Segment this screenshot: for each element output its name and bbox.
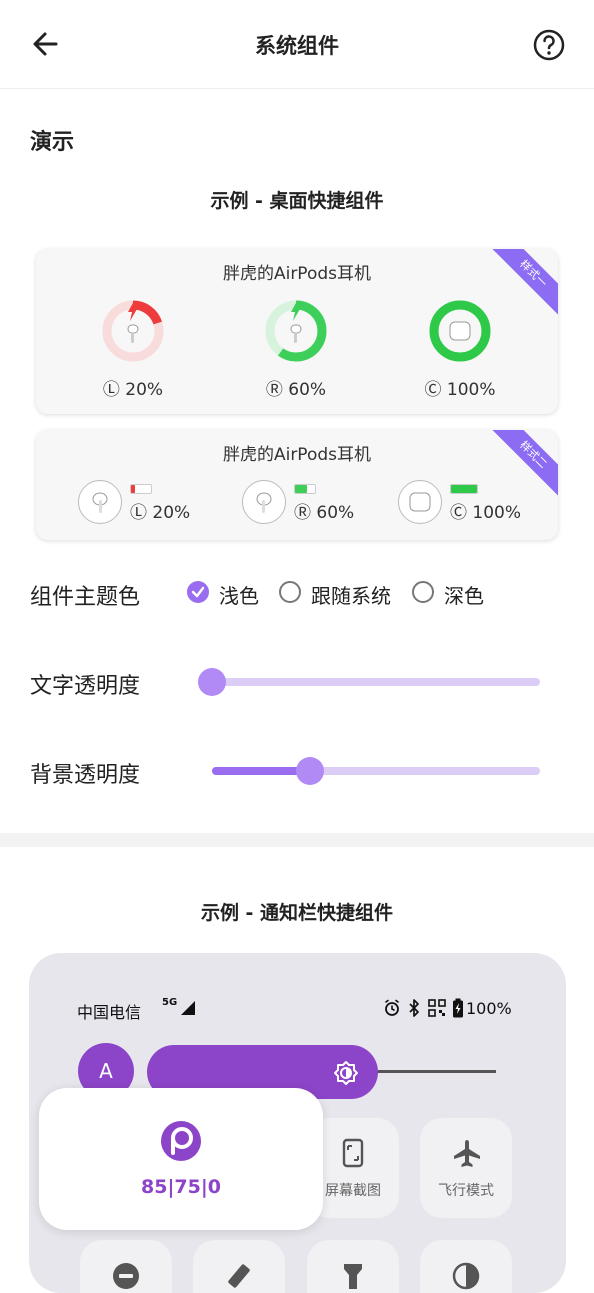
theme-system-label[interactable]: 跟随系统: [311, 580, 391, 609]
app-logo-icon: [160, 1120, 202, 1166]
text-opacity-track[interactable]: [212, 678, 540, 686]
network-label: 5G: [162, 997, 178, 1008]
flashlight-icon: [340, 1262, 366, 1293]
earbud-shape: [127, 324, 139, 334]
signal-icon: [179, 1000, 197, 1020]
theme-label: 组件主题色: [30, 585, 141, 610]
left-earbud-label: Ⓛ 20%: [102, 380, 164, 400]
dnd-icon: [112, 1262, 140, 1293]
left-battery-icon: [130, 484, 152, 494]
page-title: 系统组件: [255, 34, 339, 58]
airplane-icon: [453, 1138, 481, 1172]
right-earbud-ring: [264, 299, 328, 363]
rotate-tile[interactable]: [193, 1240, 285, 1293]
right-earbud-label: Ⓡ 60%: [294, 503, 355, 523]
brightness-icon: [333, 1060, 359, 1090]
left-earbud-ring: [101, 299, 165, 363]
earbud-shape: [290, 324, 302, 334]
theme-dark-radio[interactable]: [412, 581, 434, 603]
earbud-stem: [131, 332, 134, 343]
screenshot-icon: [342, 1138, 364, 1172]
dnd-tile[interactable]: [80, 1240, 172, 1293]
contrast-tile[interactable]: [420, 1240, 512, 1293]
notification-widget-subtitle: 示例 - 通知栏快捷组件: [200, 902, 394, 924]
text-opacity-label: 文字透明度: [30, 674, 141, 699]
brightness-track: [369, 1070, 496, 1073]
section-divider: [0, 833, 594, 847]
carrier-label: 中国电信: [77, 1003, 142, 1022]
left-earbud-icon: [78, 480, 122, 524]
case-battery-icon: [450, 484, 478, 494]
alarm-icon: [383, 999, 401, 1021]
right-earbud-icon: [242, 480, 286, 524]
theme-system-radio[interactable]: [279, 581, 301, 603]
contrast-icon: [452, 1262, 480, 1293]
theme-light-radio[interactable]: [187, 581, 209, 603]
floating-airpods-widget[interactable]: 85|75|0: [39, 1088, 323, 1230]
case-label: Ⓒ 100%: [450, 503, 522, 523]
bg-opacity-thumb[interactable]: [296, 757, 325, 785]
device-name: 胖虎的AirPods耳机: [222, 264, 372, 284]
device-name: 胖虎的AirPods耳机: [222, 445, 372, 465]
battery-icon: [452, 998, 464, 1022]
section-title: 演示: [30, 130, 75, 155]
flashlight-tile[interactable]: [307, 1240, 399, 1293]
widget-style2-card[interactable]: 胖虎的AirPods耳机 样式二 Ⓛ 20% Ⓡ 60% Ⓒ 100%: [36, 430, 558, 540]
earbud-stem: [294, 332, 297, 343]
battery-percent: 100%: [466, 999, 512, 1018]
airplane-tile[interactable]: 飞行模式: [420, 1118, 512, 1218]
text-opacity-thumb[interactable]: [198, 668, 226, 696]
widget-style1-card[interactable]: 胖虎的AirPods耳机 样式一 Ⓛ 20% Ⓡ 60% Ⓒ 100%: [36, 249, 558, 414]
qr-icon: [428, 999, 446, 1021]
left-earbud-label: Ⓛ 20%: [130, 503, 191, 523]
airplane-label: 飞行模式: [438, 1183, 494, 1199]
rotate-icon: [225, 1262, 253, 1293]
battery-values: 85|75|0: [141, 1176, 221, 1198]
bluetooth-icon: [407, 999, 421, 1021]
case-ring: [428, 299, 492, 363]
bg-opacity-label: 背景透明度: [30, 763, 141, 788]
theme-light-label[interactable]: 浅色: [219, 580, 259, 609]
right-earbud-label: Ⓡ 60%: [265, 380, 327, 400]
case-label: Ⓒ 100%: [424, 380, 496, 400]
case-icon: [398, 480, 442, 524]
right-battery-icon: [294, 484, 316, 494]
question-circle-icon[interactable]: [532, 28, 566, 62]
theme-dark-label[interactable]: 深色: [444, 580, 484, 609]
desktop-widget-subtitle: 示例 - 桌面快捷组件: [210, 190, 384, 212]
earbud-shape: [449, 321, 471, 341]
